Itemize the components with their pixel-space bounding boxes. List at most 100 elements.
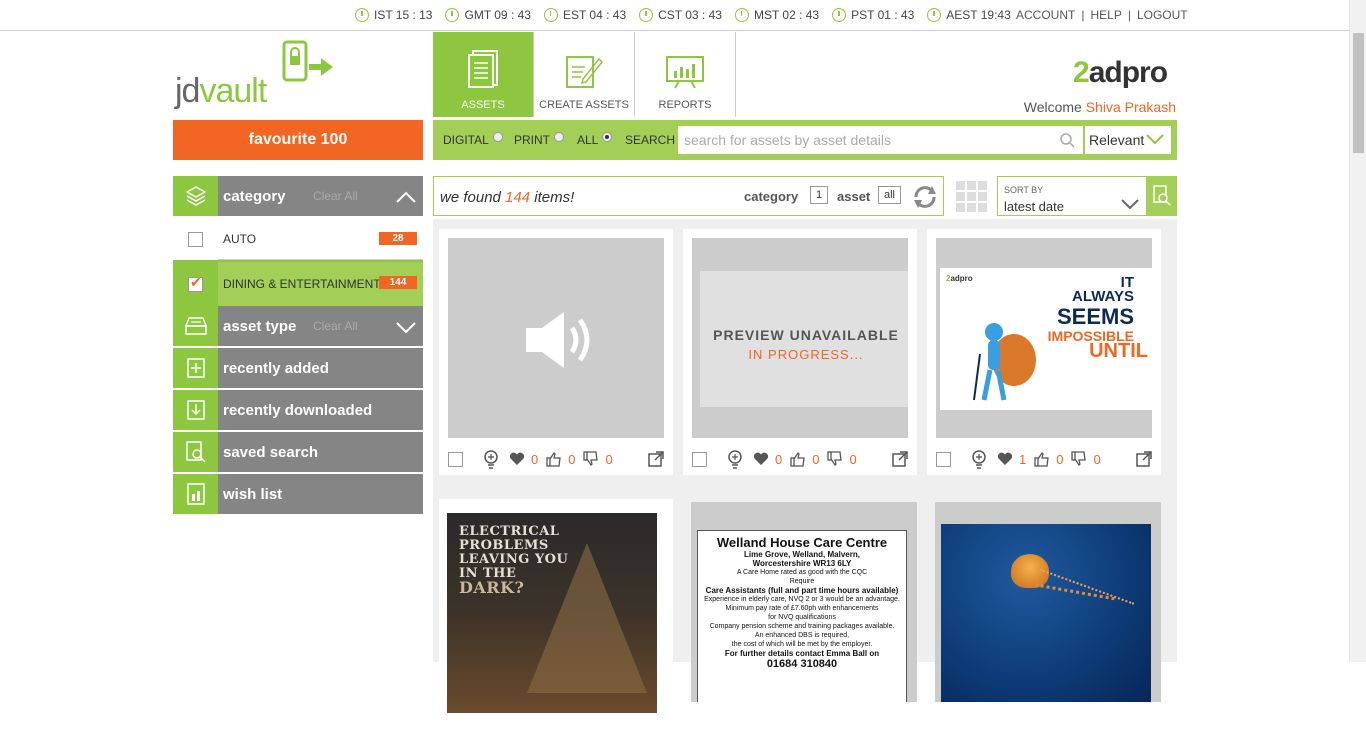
wish-list-icon: [173, 474, 218, 514]
scrollbar-thumb[interactable]: [1353, 33, 1364, 153]
card-actions: 1 0 0: [936, 449, 1152, 469]
asset-type-clear-all[interactable]: Clear All: [313, 319, 358, 333]
user-name[interactable]: Shiva Prakash: [1086, 99, 1176, 115]
sort-search-button[interactable]: [1147, 176, 1177, 216]
asset-thumbnail[interactable]: [448, 238, 664, 438]
all-radio[interactable]: [602, 132, 613, 142]
jdvault-logo[interactable]: jdvault: [173, 40, 343, 110]
search-bar: DIGITAL PRINT ALL SEARCH search for asse…: [433, 120, 1177, 160]
welland-ad: Welland House Care Centre Lime Grove, We…: [697, 530, 907, 702]
top-bar: IST 15 : 13 GMT 09 : 43 EST 04 : 43 CST …: [0, 0, 1366, 31]
favourite-button[interactable]: favourite 100: [173, 120, 423, 160]
account-link[interactable]: ACCOUNT: [1016, 8, 1075, 22]
print-radio[interactable]: [554, 132, 564, 142]
clock-pst: PST 01 : 43: [832, 8, 914, 22]
category-item-auto[interactable]: AUTO 28: [173, 218, 423, 262]
saved-search-link[interactable]: saved search: [173, 432, 423, 474]
asset-card[interactable]: PREVIEW UNAVAILABLE IN PROGRESS... 0 0 0: [683, 229, 917, 475]
jellyfish-image: [941, 524, 1151, 702]
category-clear-all[interactable]: Clear All: [313, 189, 358, 203]
refresh-icon[interactable]: [912, 185, 938, 209]
clock-icon: [445, 8, 460, 22]
select-checkbox[interactable]: [692, 451, 707, 467]
category-item-dining[interactable]: DINING & ENTERTAINMENT 144: [173, 262, 423, 306]
open-external-icon[interactable]: [1136, 451, 1152, 467]
page-scrollbar[interactable]: [1349, 0, 1366, 662]
select-checkbox[interactable]: [448, 451, 463, 467]
recently-downloaded-link[interactable]: recently downloaded: [173, 390, 423, 432]
heart-icon[interactable]: [997, 452, 1013, 466]
digital-radio[interactable]: [492, 132, 503, 142]
wish-list-link[interactable]: wish list: [173, 474, 423, 516]
asset-thumbnail-electrical[interactable]: ELECTRICAL PROBLEMS LEAVING YOU IN THE D…: [447, 513, 657, 713]
clock-icon: [543, 8, 558, 22]
auto-checkbox[interactable]: [188, 231, 203, 247]
lightbulb-add-icon[interactable]: [971, 449, 987, 469]
thumbs-up-icon[interactable]: [1034, 451, 1050, 467]
thumbs-down-icon[interactable]: [583, 451, 599, 467]
help-link[interactable]: HELP: [1090, 8, 1121, 22]
chart-board-icon: [666, 56, 704, 89]
search-input[interactable]: search for assets by asset details: [678, 126, 1083, 154]
search-icon[interactable]: [1060, 133, 1075, 148]
brand-logo: 2adpro: [1073, 56, 1168, 89]
select-checkbox[interactable]: [936, 451, 951, 467]
chevron-down-icon[interactable]: [395, 320, 417, 334]
asset-grid: 0 0 0 PREVIEW UNAVAILABLE IN PROGRESS...…: [433, 219, 1177, 748]
category-filter-count[interactable]: 1: [810, 186, 829, 204]
heart-icon[interactable]: [509, 452, 525, 466]
relevance-select[interactable]: Relevant: [1085, 126, 1171, 154]
thumbs-down-icon[interactable]: [1071, 451, 1087, 467]
lightbulb-add-icon[interactable]: [727, 449, 743, 469]
separator: |: [1081, 8, 1085, 22]
clock-mst: MST 02 : 43: [734, 8, 819, 22]
sort-by-select[interactable]: SORT BY latest date: [997, 176, 1147, 216]
clock-ist: IST 15 : 13: [355, 8, 432, 22]
clock-aest: AEST 19:43: [927, 8, 1011, 22]
chevron-up-icon[interactable]: [395, 190, 417, 204]
asset-thumbnail[interactable]: 2adpro IT ALWAYS SEEMS IMPOSSIBLE UNTIL: [936, 238, 1152, 438]
asset-card[interactable]: ELECTRICAL PROBLEMS LEAVING YOU IN THE D…: [439, 499, 673, 745]
asset-thumbnail[interactable]: [935, 502, 1161, 702]
tab-reports[interactable]: REPORTS: [635, 32, 736, 117]
results-count: we found 144 items!: [440, 189, 575, 206]
lightbulb-add-icon[interactable]: [483, 449, 499, 469]
chevron-down-icon: [1121, 199, 1139, 210]
filter-all[interactable]: ALL: [577, 132, 613, 147]
asset-card[interactable]: 2adpro IT ALWAYS SEEMS IMPOSSIBLE UNTIL 1: [927, 229, 1161, 475]
thumbs-up-icon[interactable]: [546, 451, 562, 467]
search-document-icon: [1153, 185, 1171, 206]
separator: |: [1127, 8, 1131, 22]
card-actions: 0 0 0: [692, 449, 908, 469]
category-header[interactable]: category Clear All: [173, 176, 423, 218]
heart-icon[interactable]: [753, 452, 769, 466]
asset-card[interactable]: 0 0 0: [439, 229, 673, 475]
tab-assets[interactable]: ASSETS: [433, 32, 534, 117]
ad-image: 2adpro IT ALWAYS SEEMS IMPOSSIBLE UNTIL: [940, 268, 1152, 410]
documents-icon: [468, 50, 498, 88]
asset-thumbnail[interactable]: Welland House Care Centre Lime Grove, We…: [691, 502, 917, 702]
asset-card[interactable]: Welland House Care Centre Lime Grove, We…: [691, 502, 917, 748]
asset-thumbnail[interactable]: PREVIEW UNAVAILABLE IN PROGRESS...: [692, 238, 908, 438]
search-label: SEARCH: [625, 133, 676, 147]
filter-digital[interactable]: DIGITAL: [443, 132, 503, 147]
grid-view-icon[interactable]: [955, 180, 987, 212]
account-links: ACCOUNT | HELP | LOGOUT: [1016, 8, 1188, 22]
edit-document-icon: [566, 56, 603, 88]
thumbs-up-icon[interactable]: [790, 451, 806, 467]
asset-type-header[interactable]: asset type Clear All: [173, 306, 423, 348]
logout-link[interactable]: LOGOUT: [1137, 8, 1188, 22]
dining-checkbox[interactable]: [188, 274, 203, 292]
asset-filter-value[interactable]: all: [878, 186, 902, 204]
open-external-icon[interactable]: [648, 451, 664, 467]
asset-card[interactable]: [935, 502, 1161, 748]
tray-icon: [173, 306, 218, 346]
filter-print[interactable]: PRINT: [514, 132, 564, 147]
turtle-illustration: [973, 323, 1036, 401]
thumbs-down-icon[interactable]: [827, 451, 843, 467]
recently-added-link[interactable]: recently added: [173, 348, 423, 390]
open-external-icon[interactable]: [892, 451, 908, 467]
clock-gmt: GMT 09 : 43: [445, 8, 531, 22]
clock-est: EST 04 : 43: [543, 8, 626, 22]
tab-create-assets[interactable]: CREATE ASSETS: [534, 32, 635, 117]
